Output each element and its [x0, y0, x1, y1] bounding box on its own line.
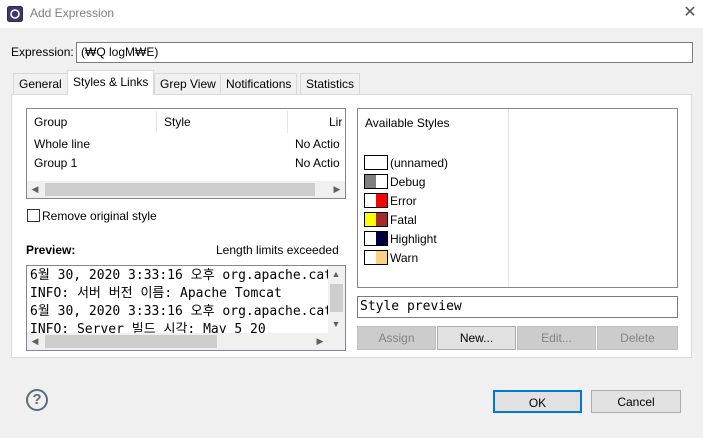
- length-status: Length limits exceeded: [216, 243, 339, 257]
- swatch-background: [376, 175, 387, 188]
- table-row-group[interactable]: Group 1: [34, 156, 77, 172]
- tab-statistics[interactable]: Statistics: [300, 73, 361, 94]
- style-swatch-icon: [364, 250, 388, 265]
- table-row-group[interactable]: Whole line: [34, 137, 90, 153]
- style-list-item[interactable]: Debug: [390, 175, 425, 189]
- table-row-link[interactable]: No Actio: [295, 156, 340, 172]
- preview-label: Preview:: [26, 243, 76, 257]
- style-swatch-icon: [364, 231, 388, 246]
- available-styles-list[interactable]: Available Styles (unnamed) Debug Error Fata…: [357, 108, 678, 288]
- style-swatch-icon: [364, 193, 388, 208]
- scrollbar-thumb[interactable]: [330, 284, 343, 312]
- app-icon: [7, 6, 23, 22]
- delete-style-button[interactable]: Delete: [597, 326, 678, 350]
- window-title: Add Expression: [30, 6, 115, 20]
- column-header-style[interactable]: Style: [164, 115, 191, 131]
- column-divider[interactable]: [287, 111, 288, 133]
- swatch-background: [376, 251, 387, 264]
- style-list-item[interactable]: Error: [390, 194, 417, 208]
- scroll-up-icon[interactable]: ▲: [329, 266, 343, 283]
- swatch-foreground: [365, 232, 376, 245]
- tab-styles-links[interactable]: Styles & Links: [67, 70, 155, 95]
- swatch-background: [376, 194, 387, 207]
- swatch-background: [376, 156, 387, 169]
- swatch-foreground: [365, 194, 376, 207]
- scroll-left-icon[interactable]: ◀: [28, 333, 42, 350]
- expression-label: Expression:: [11, 45, 74, 59]
- style-list-item[interactable]: (unnamed): [390, 156, 448, 170]
- column-divider: [508, 109, 509, 287]
- style-swatch-icon: [364, 155, 388, 170]
- remove-style-checkbox[interactable]: [27, 209, 40, 222]
- column-header-link[interactable]: Lir: [329, 115, 342, 131]
- style-list-item[interactable]: Fatal: [390, 213, 417, 227]
- preview-text-area[interactable]: 6월 30, 2020 3:33:16 오후 org.apache.cata I…: [26, 265, 346, 351]
- ok-button[interactable]: OK: [493, 390, 582, 413]
- swatch-foreground: [365, 156, 376, 169]
- tab-grep-view[interactable]: Grep View: [154, 73, 222, 94]
- preview-line: 6월 30, 2020 3:33:16 오후 org.apache.cata: [30, 304, 340, 319]
- style-swatch-icon: [364, 212, 388, 227]
- column-header-group[interactable]: Group: [34, 115, 67, 131]
- new-style-button[interactable]: New...: [437, 326, 516, 350]
- preview-line: INFO: 서버 버전 이름: Apache Tomcat: [30, 286, 282, 301]
- cancel-button[interactable]: Cancel: [591, 390, 681, 413]
- edit-style-button[interactable]: Edit...: [517, 326, 596, 350]
- remove-style-label[interactable]: Remove original style: [42, 209, 157, 223]
- tab-notifications[interactable]: Notifications: [220, 73, 298, 94]
- style-list-item[interactable]: Warn: [390, 251, 418, 265]
- preview-line: 6월 30, 2020 3:33:16 오후 org.apache.cata: [30, 268, 340, 283]
- available-styles-header: Available Styles: [365, 116, 450, 130]
- assign-button[interactable]: Assign: [357, 326, 436, 350]
- swatch-foreground: [365, 213, 376, 226]
- group-table[interactable]: Group Style Lir Whole line No Actio Grou…: [26, 108, 346, 199]
- style-preview-field: Style preview: [357, 296, 678, 318]
- swatch-background: [376, 232, 387, 245]
- swatch-foreground: [365, 251, 376, 264]
- help-icon[interactable]: ?: [26, 389, 48, 411]
- column-divider[interactable]: [156, 111, 157, 133]
- scroll-right-icon[interactable]: ▶: [330, 181, 344, 198]
- expression-input[interactable]: (₩Q logM₩E): [76, 42, 693, 63]
- scroll-left-icon[interactable]: ◀: [28, 181, 42, 198]
- scrollbar-thumb[interactable]: [45, 335, 217, 348]
- scroll-down-icon[interactable]: ▼: [329, 316, 343, 333]
- style-swatch-icon: [364, 174, 388, 189]
- scrollbar-thumb[interactable]: [45, 183, 315, 196]
- table-row-link[interactable]: No Actio: [295, 137, 340, 153]
- tab-general[interactable]: General: [13, 73, 68, 94]
- scroll-right-icon[interactable]: ▶: [313, 333, 327, 350]
- close-icon[interactable]: ✕: [680, 3, 700, 23]
- swatch-background: [376, 213, 387, 226]
- swatch-foreground: [365, 175, 376, 188]
- style-list-item[interactable]: Highlight: [390, 232, 437, 246]
